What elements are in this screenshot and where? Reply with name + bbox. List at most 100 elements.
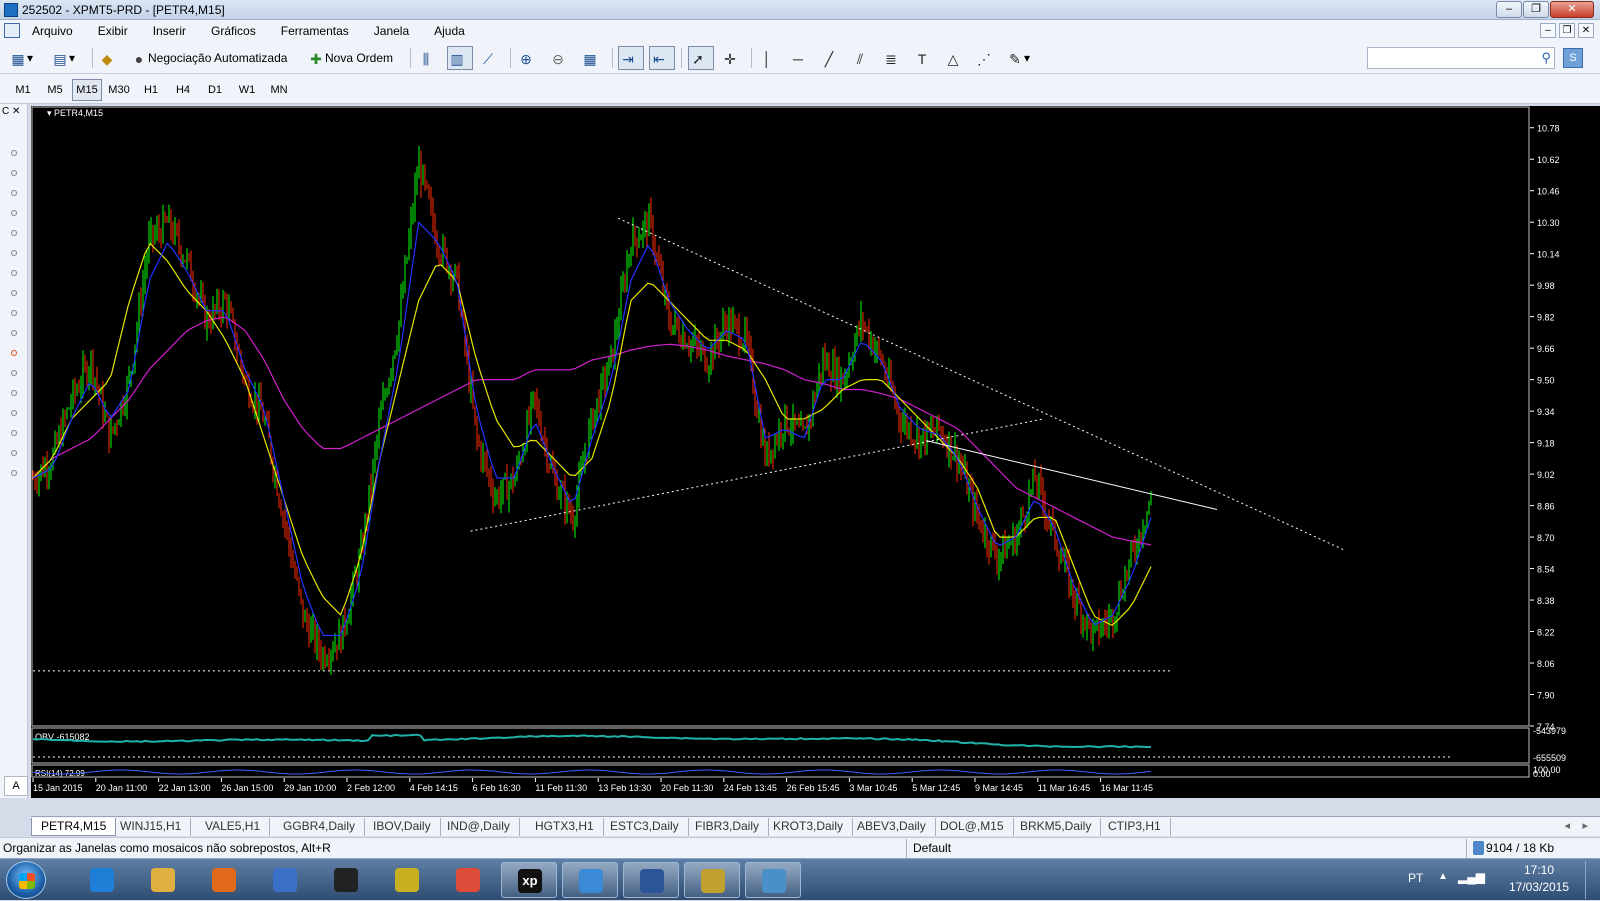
symbol-tab[interactable]: PETR4,M15 xyxy=(31,818,117,836)
symbol-tab[interactable]: KROT3,Daily xyxy=(764,818,854,836)
taskbar-stack-button[interactable] xyxy=(379,862,435,898)
cursor-button[interactable]: ➚ xyxy=(688,46,714,70)
navigator-item[interactable] xyxy=(11,310,17,316)
taskbar-word-button[interactable] xyxy=(623,862,679,898)
navigator-item[interactable] xyxy=(11,170,17,176)
timeframe-d1[interactable]: D1 xyxy=(200,79,230,101)
navigator-item[interactable] xyxy=(11,290,17,296)
language-indicator[interactable]: PT xyxy=(1408,871,1423,885)
chart-window[interactable]: 10.78 10.62 10.46 10.30 10.14 9.98 9.82 9.66 9.5… xyxy=(31,106,1600,798)
timeframe-h4[interactable]: H4 xyxy=(168,79,198,101)
tray-expand-icon[interactable]: ▲ xyxy=(1438,871,1448,882)
taskbar-hp-button[interactable] xyxy=(318,862,374,898)
taskbar-chrome-button[interactable] xyxy=(440,862,496,898)
fibonacci-button[interactable]: ≣ xyxy=(881,46,907,70)
start-button[interactable] xyxy=(6,861,46,899)
mdi-minimize-button[interactable]: – xyxy=(1540,23,1556,38)
mdi-close-button[interactable]: ✕ xyxy=(1578,23,1594,38)
taskbar-photo-viewer-button[interactable] xyxy=(745,862,801,898)
mdi-restore-button[interactable]: ❐ xyxy=(1559,23,1575,38)
menu-inserir[interactable]: Inserir xyxy=(153,24,186,38)
navigator-item[interactable] xyxy=(11,470,17,476)
horizontal-line-button[interactable]: ─ xyxy=(788,46,814,70)
auto-trading-button[interactable]: ● Negociação Automatizada xyxy=(129,46,297,70)
minimize-button[interactable]: – xyxy=(1496,1,1522,18)
tile-windows-button[interactable]: ▦ xyxy=(580,46,606,70)
tabs-scroll-right[interactable]: ▸ xyxy=(1582,819,1588,832)
search-input[interactable]: ⚲ xyxy=(1367,47,1555,69)
close-button[interactable]: ✕ xyxy=(1550,1,1594,18)
new-chart-button[interactable]: ▦ ▾ xyxy=(8,46,46,70)
navigator-item[interactable] xyxy=(11,370,17,376)
navigator-item[interactable] xyxy=(11,250,17,256)
menu-ajuda[interactable]: Ajuda xyxy=(434,24,465,38)
menu-janela[interactable]: Janela xyxy=(374,24,409,38)
symbol-tab[interactable]: CTIP3,H1 xyxy=(1099,818,1171,836)
navigator-item[interactable] xyxy=(11,350,17,356)
navigator-item[interactable] xyxy=(11,410,17,416)
timeframe-mn[interactable]: MN xyxy=(264,79,294,101)
zoom-out-button[interactable]: ⊖ xyxy=(548,46,574,70)
taskbar-media-player-button[interactable] xyxy=(196,862,252,898)
timeframe-m30[interactable]: M30 xyxy=(104,79,134,101)
crosshair-button[interactable]: ✛ xyxy=(720,46,746,70)
zoom-in-button[interactable]: ⊕ xyxy=(516,46,542,70)
timeframe-h1[interactable]: H1 xyxy=(136,79,166,101)
navigator-item[interactable] xyxy=(11,390,17,396)
line-chart-button[interactable]: ⟋ xyxy=(478,46,504,70)
fibo-fan-button[interactable]: ⋰ xyxy=(974,46,1000,70)
restore-button[interactable]: ❐ xyxy=(1523,1,1549,18)
menu-ferramentas[interactable]: Ferramentas xyxy=(281,24,349,38)
symbol-tab[interactable]: HGTX3,H1 xyxy=(526,818,604,836)
navigator-item[interactable] xyxy=(11,270,17,276)
symbol-tab[interactable]: IND@,Daily xyxy=(438,818,520,836)
symbol-tab[interactable]: ESTC3,Daily xyxy=(601,818,689,836)
more-objects-button[interactable]: ✎ ▾ xyxy=(1005,46,1037,70)
chart-window-icon[interactable] xyxy=(4,23,20,38)
new-order-button[interactable]: ✚ Nova Ordem xyxy=(306,46,406,70)
menu-arquivo[interactable]: Arquivo xyxy=(32,24,73,38)
navigator-item[interactable] xyxy=(11,210,17,216)
symbol-tab[interactable]: DOL@,M15 xyxy=(931,818,1014,836)
navigator-item[interactable] xyxy=(11,430,17,436)
equidistant-channel-button[interactable]: ⫽ xyxy=(850,46,876,70)
navigator-item[interactable] xyxy=(11,330,17,336)
navigator-item[interactable] xyxy=(11,150,17,156)
chart-shift-button[interactable]: ⇤ xyxy=(649,46,675,70)
symbol-tab[interactable]: GGBR4,Daily xyxy=(274,818,366,836)
auto-scroll-button[interactable]: ⇥ xyxy=(618,46,644,70)
symbol-tab[interactable]: BRKM5,Daily xyxy=(1011,818,1102,836)
profiles-button[interactable]: ▤ ▾ xyxy=(50,46,88,70)
navigator-item[interactable] xyxy=(11,450,17,456)
font-a-button[interactable]: A xyxy=(4,776,28,796)
taskbar-xp-button[interactable]: xp xyxy=(501,862,557,898)
taskbar-paint-button[interactable] xyxy=(684,862,740,898)
menu-graficos[interactable]: Gráficos xyxy=(211,24,256,38)
market-watch-button[interactable]: ◆ xyxy=(97,46,121,70)
taskbar-explorer-button[interactable] xyxy=(135,862,191,898)
symbol-tab[interactable]: ABEV3,Daily xyxy=(848,818,936,836)
navigator-item[interactable] xyxy=(11,190,17,196)
clock-date[interactable]: 17/03/2015 xyxy=(1500,880,1578,894)
symbol-tab[interactable]: IBOV,Daily xyxy=(364,818,441,836)
timeframe-m15[interactable]: M15 xyxy=(72,79,102,101)
shapes-button[interactable]: △ xyxy=(943,46,969,70)
taskbar-metatrader-button[interactable] xyxy=(562,862,618,898)
trendline-button[interactable]: ╱ xyxy=(819,46,845,70)
menu-exibir[interactable]: Exibir xyxy=(98,24,128,38)
text-button[interactable]: T xyxy=(912,46,938,70)
clock-time[interactable]: 17:10 xyxy=(1500,863,1578,877)
volume-icon[interactable]: 🔈︎ xyxy=(1481,869,1489,885)
navigator-header[interactable]: C ✕ xyxy=(2,106,20,117)
show-desktop-button[interactable] xyxy=(1585,861,1597,899)
taskbar-remote-button[interactable] xyxy=(257,862,313,898)
candle-chart-button[interactable]: ▥ xyxy=(447,46,473,70)
symbol-tab[interactable]: WINJ15,H1 xyxy=(111,818,192,836)
price-chart[interactable]: 10.78 10.62 10.46 10.30 10.14 9.98 9.82 9.66 9.5… xyxy=(31,106,1600,798)
timeframe-m5[interactable]: M5 xyxy=(40,79,70,101)
signals-button[interactable]: S xyxy=(1563,48,1583,68)
symbol-tab[interactable]: VALE5,H1 xyxy=(196,818,271,836)
symbol-tab[interactable]: FIBR3,Daily xyxy=(686,818,770,836)
timeframe-w1[interactable]: W1 xyxy=(232,79,262,101)
tabs-scroll-left[interactable]: ◂ xyxy=(1564,819,1570,832)
